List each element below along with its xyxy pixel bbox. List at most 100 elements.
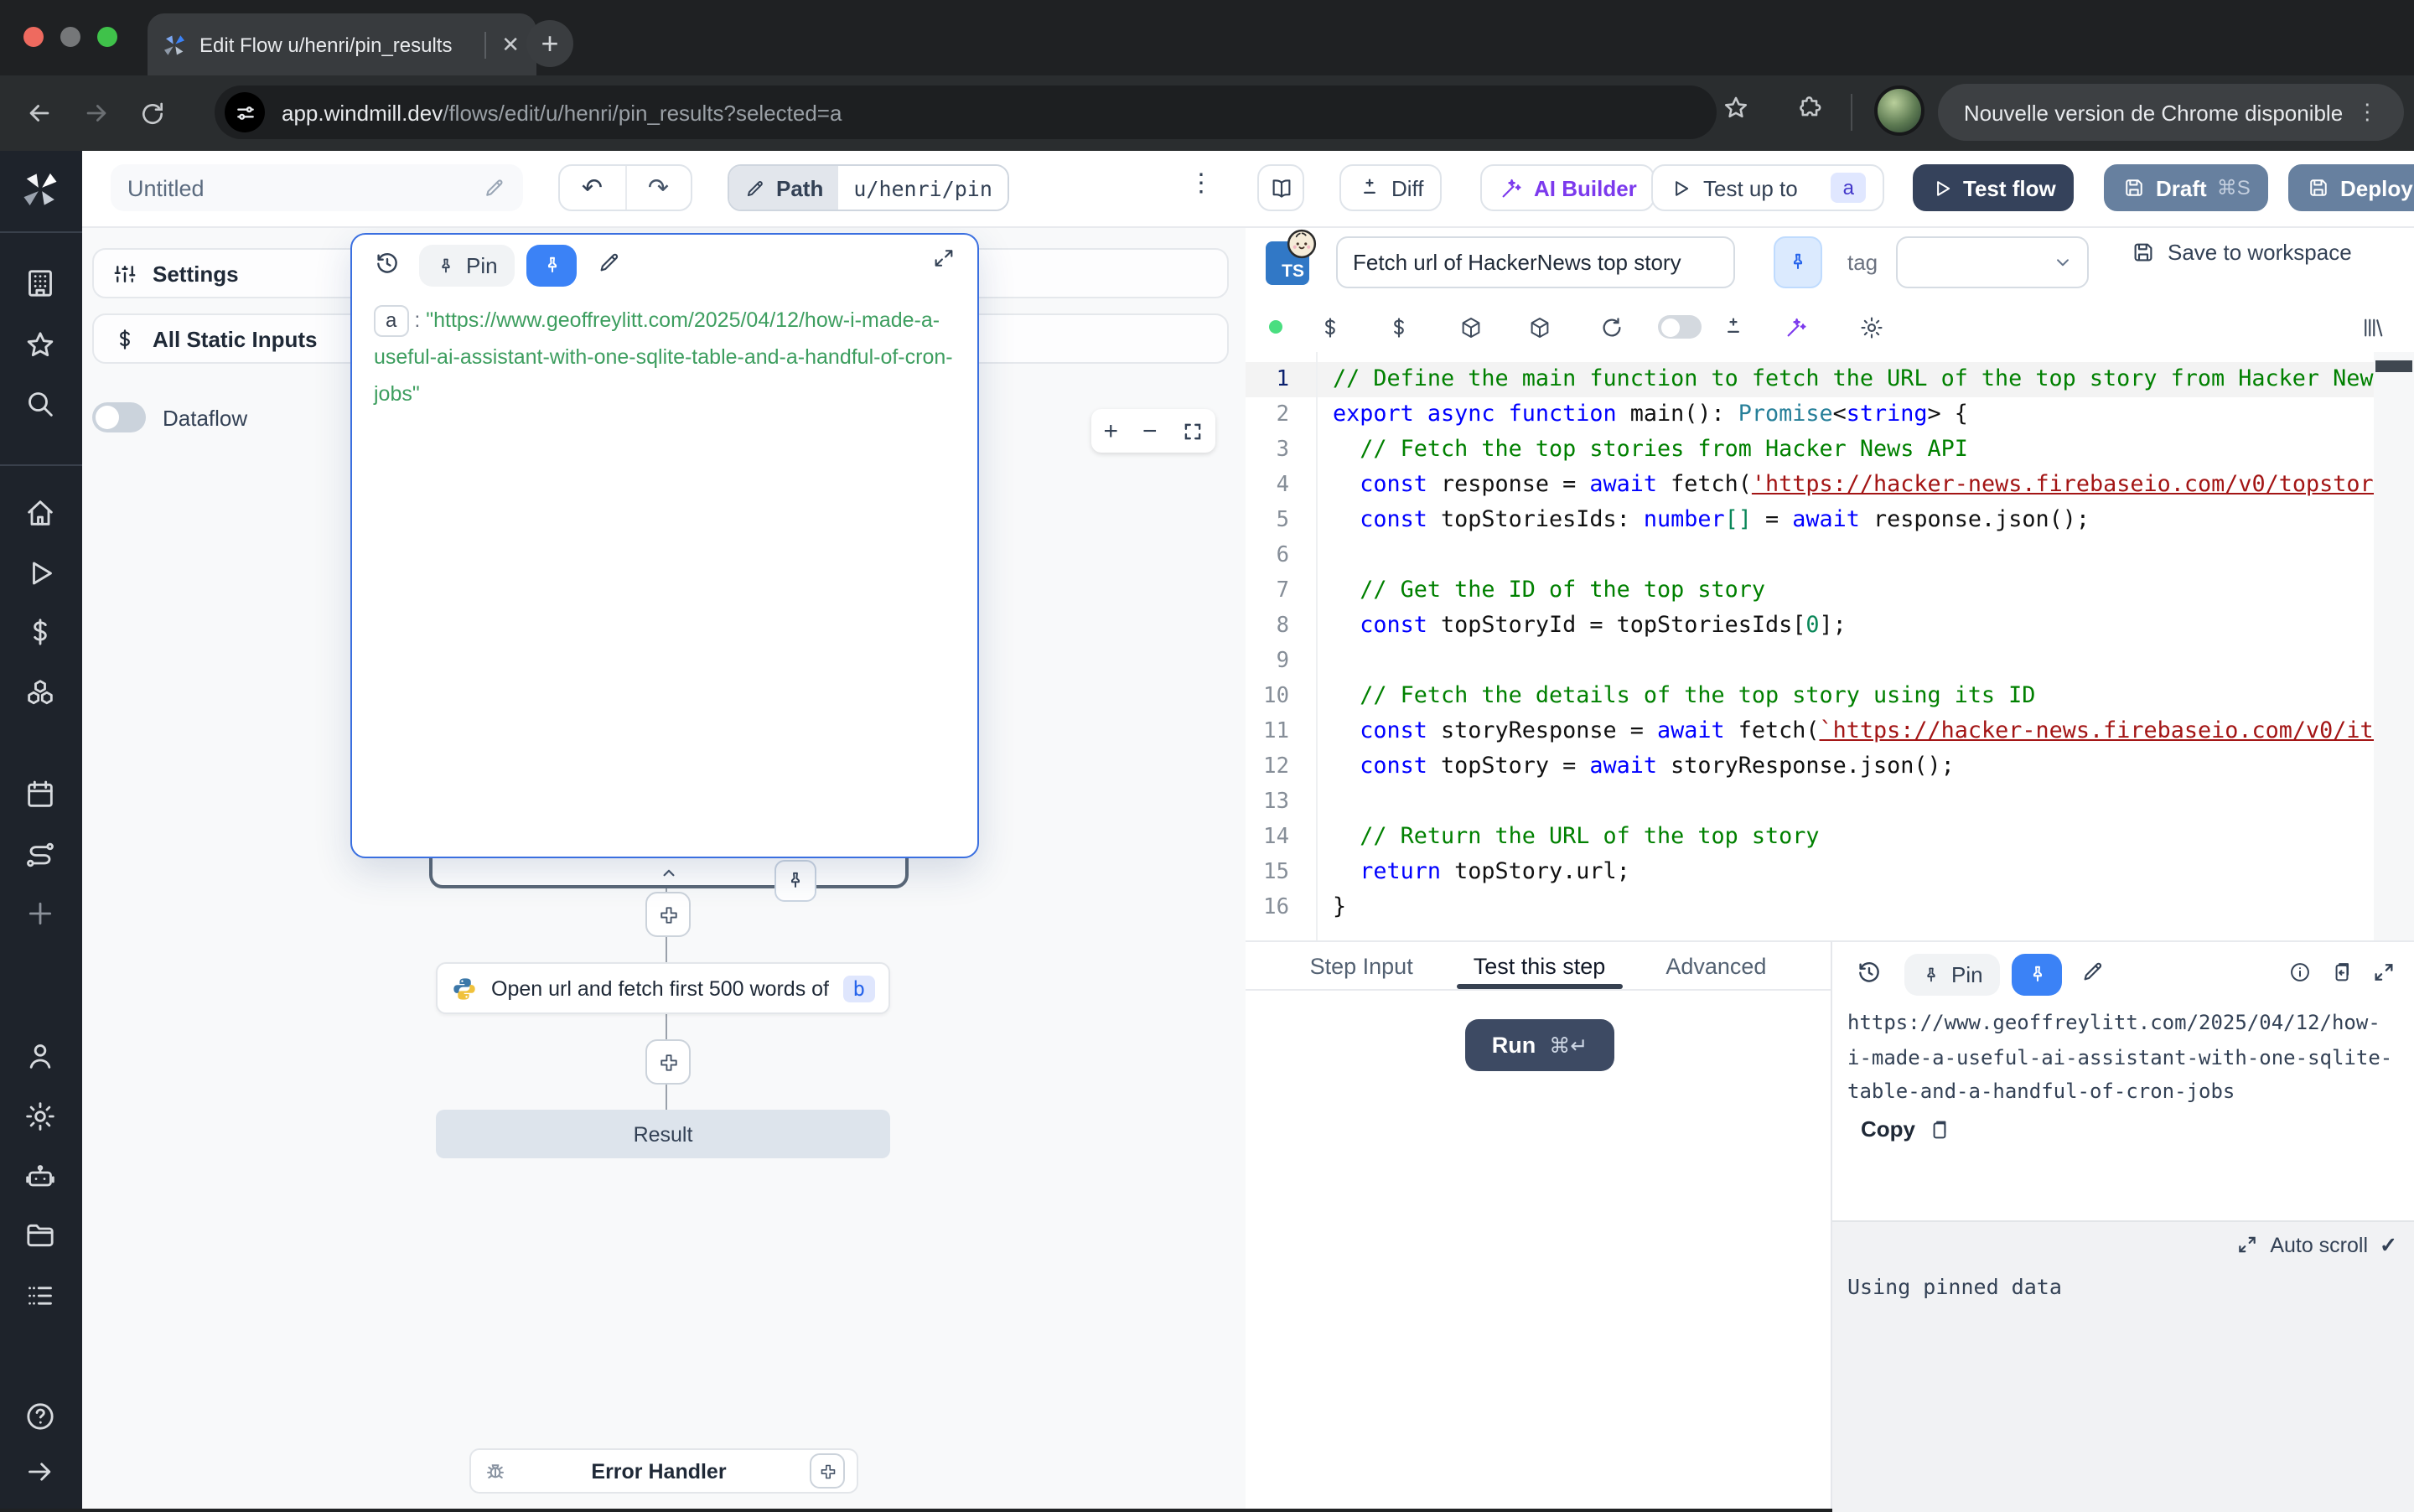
forward-icon[interactable] (67, 99, 124, 127)
pinned-toggle-button[interactable] (1774, 236, 1822, 288)
edit-pin-button[interactable] (597, 250, 622, 275)
plus-icon (656, 1050, 680, 1074)
expand-popup-icon[interactable] (932, 246, 956, 270)
path-button[interactable]: Path u/henri/pin (728, 164, 1009, 211)
step-summary-input[interactable]: Fetch url of HackerNews top story (1336, 236, 1735, 288)
reload-icon[interactable] (124, 100, 181, 127)
run-shortcut: ⌘↵ (1549, 1033, 1588, 1058)
variables-dollar-icon[interactable] (23, 615, 59, 650)
add-error-handler-button[interactable] (810, 1453, 845, 1489)
step-badge[interactable]: a (1831, 173, 1866, 203)
workspace-building-icon[interactable] (23, 267, 59, 302)
code-editor[interactable]: 1// Define the main function to fetch th… (1246, 352, 2414, 940)
edit-pencil-icon[interactable] (483, 176, 506, 199)
logs-list-icon[interactable] (23, 1279, 59, 1314)
flows-route-icon[interactable] (23, 838, 59, 873)
help-question-icon[interactable] (23, 1400, 59, 1435)
history-icon[interactable] (1856, 959, 1883, 986)
workers-robot-icon[interactable] (23, 1160, 59, 1195)
collapse-chevron-icon[interactable] (658, 862, 680, 883)
minimap-slider[interactable] (2375, 360, 2412, 372)
window-minimize-button[interactable] (60, 27, 80, 47)
site-info-icon[interactable] (225, 92, 265, 132)
search-icon[interactable] (23, 387, 59, 422)
pin-button[interactable]: Pin (419, 245, 515, 287)
chrome-update-button[interactable]: Nouvelle version de Chrome disponible ⋮ (1938, 84, 2404, 141)
pin-indicator-button[interactable] (774, 860, 816, 902)
redo-button[interactable]: ↷ (624, 166, 691, 210)
settings-gear-icon[interactable] (23, 1100, 59, 1135)
tab-test-this-step[interactable]: Test this step (1474, 942, 1606, 989)
flow-canvas[interactable]: Settings All Static Inputs Dataflow + − (82, 228, 1247, 1509)
info-icon[interactable] (2288, 961, 2312, 984)
account-person-icon[interactable] (23, 1039, 59, 1074)
gear-icon[interactable] (1854, 310, 1888, 344)
ai-builder-button[interactable]: AI Builder (1480, 164, 1655, 211)
window-close-button[interactable] (23, 27, 44, 47)
package-icon[interactable] (1453, 310, 1487, 344)
flow-step-node[interactable]: Open url and fetch first 500 words of ..… (436, 962, 890, 1014)
pin-button[interactable]: Pin (1904, 954, 2000, 996)
package-icon[interactable] (1522, 310, 1556, 344)
back-icon[interactable] (10, 99, 67, 127)
browser-menu-icon[interactable]: ⋮ (2356, 99, 2378, 126)
draft-button[interactable]: Draft ⌘S (2104, 164, 2269, 211)
docs-button[interactable] (1257, 164, 1304, 211)
address-bar[interactable]: app.windmill.dev/flows/edit/u/henri/pin_… (215, 85, 1717, 139)
library-icon[interactable] (2355, 310, 2389, 344)
window-zoom-button[interactable] (97, 27, 117, 47)
resources-cubes-icon[interactable] (23, 677, 59, 712)
test-up-to-button[interactable]: Test up to a (1651, 164, 1884, 211)
add-step-button[interactable] (645, 892, 691, 937)
favorites-star-icon[interactable] (23, 329, 59, 364)
edit-pin-button[interactable] (2080, 959, 2106, 984)
profile-avatar[interactable] (1874, 85, 1924, 136)
bookmark-star-icon[interactable] (1707, 94, 1764, 122)
save-to-workspace-button[interactable]: Save to workspace (2131, 240, 2352, 265)
deploy-button[interactable]: Deploy (2288, 164, 2414, 211)
schedules-calendar-icon[interactable] (23, 778, 59, 813)
fullscreen-icon[interactable] (2372, 961, 2396, 984)
editor-toggle[interactable] (1658, 310, 1702, 344)
collapse-arrow-icon[interactable] (23, 1455, 59, 1490)
tag-select[interactable] (1896, 236, 2089, 288)
new-tab-button[interactable]: + (526, 20, 573, 67)
folders-folder-icon[interactable] (23, 1219, 59, 1254)
test-flow-button[interactable]: Test flow (1913, 164, 2075, 211)
undo-button[interactable]: ↶ (560, 166, 624, 210)
diff-button[interactable]: Diff (1339, 164, 1443, 211)
create-plus-icon[interactable] (23, 897, 59, 932)
ai-wand-icon[interactable] (1779, 310, 1812, 344)
zoom-out-icon[interactable]: − (1142, 417, 1158, 445)
runs-play-icon[interactable] (23, 557, 59, 592)
clipboard-copy-icon[interactable] (2330, 961, 2354, 984)
copy-button[interactable]: Copy (1861, 1116, 1950, 1142)
fit-view-icon[interactable] (1181, 420, 1203, 442)
extensions-icon[interactable] (1780, 94, 1837, 122)
more-options-icon[interactable]: ⋮ (1189, 168, 1214, 198)
tab-step-input[interactable]: Step Input (1310, 942, 1413, 989)
flow-name-input[interactable]: Untitled (111, 164, 523, 211)
history-icon[interactable] (374, 250, 401, 277)
diff-icon[interactable] (1717, 310, 1750, 344)
variables-icon[interactable] (1313, 310, 1346, 344)
result-node[interactable]: Result (436, 1110, 890, 1158)
run-button[interactable]: Run ⌘↵ (1465, 1019, 1614, 1071)
dataflow-toggle[interactable] (92, 402, 146, 432)
auto-scroll-control[interactable]: Auto scroll ✓ (2236, 1232, 2397, 1257)
pinned-toggle-button[interactable] (2012, 954, 2062, 996)
pinned-value[interactable]: a : "https://www.geoffreylitt.com/2025/0… (374, 302, 957, 412)
tab-close-icon[interactable]: ✕ (498, 30, 523, 59)
add-step-button[interactable] (645, 1039, 691, 1085)
result-value[interactable]: https://www.geoffreylitt.com/2025/04/12/… (1847, 1006, 2401, 1109)
tab-advanced[interactable]: Advanced (1665, 942, 1766, 989)
home-icon[interactable] (23, 496, 59, 531)
error-handler-node[interactable]: Error Handler (469, 1448, 858, 1494)
resources-dollar-icon[interactable] (1381, 310, 1415, 344)
zoom-in-icon[interactable]: + (1103, 417, 1118, 445)
browser-tab[interactable]: Edit Flow u/henri/pin_results ✕ (148, 13, 536, 75)
pinned-toggle-button[interactable] (526, 245, 577, 287)
editor-minimap[interactable] (2374, 352, 2414, 940)
play-icon (1931, 177, 1953, 199)
reload-icon[interactable] (1594, 310, 1628, 344)
